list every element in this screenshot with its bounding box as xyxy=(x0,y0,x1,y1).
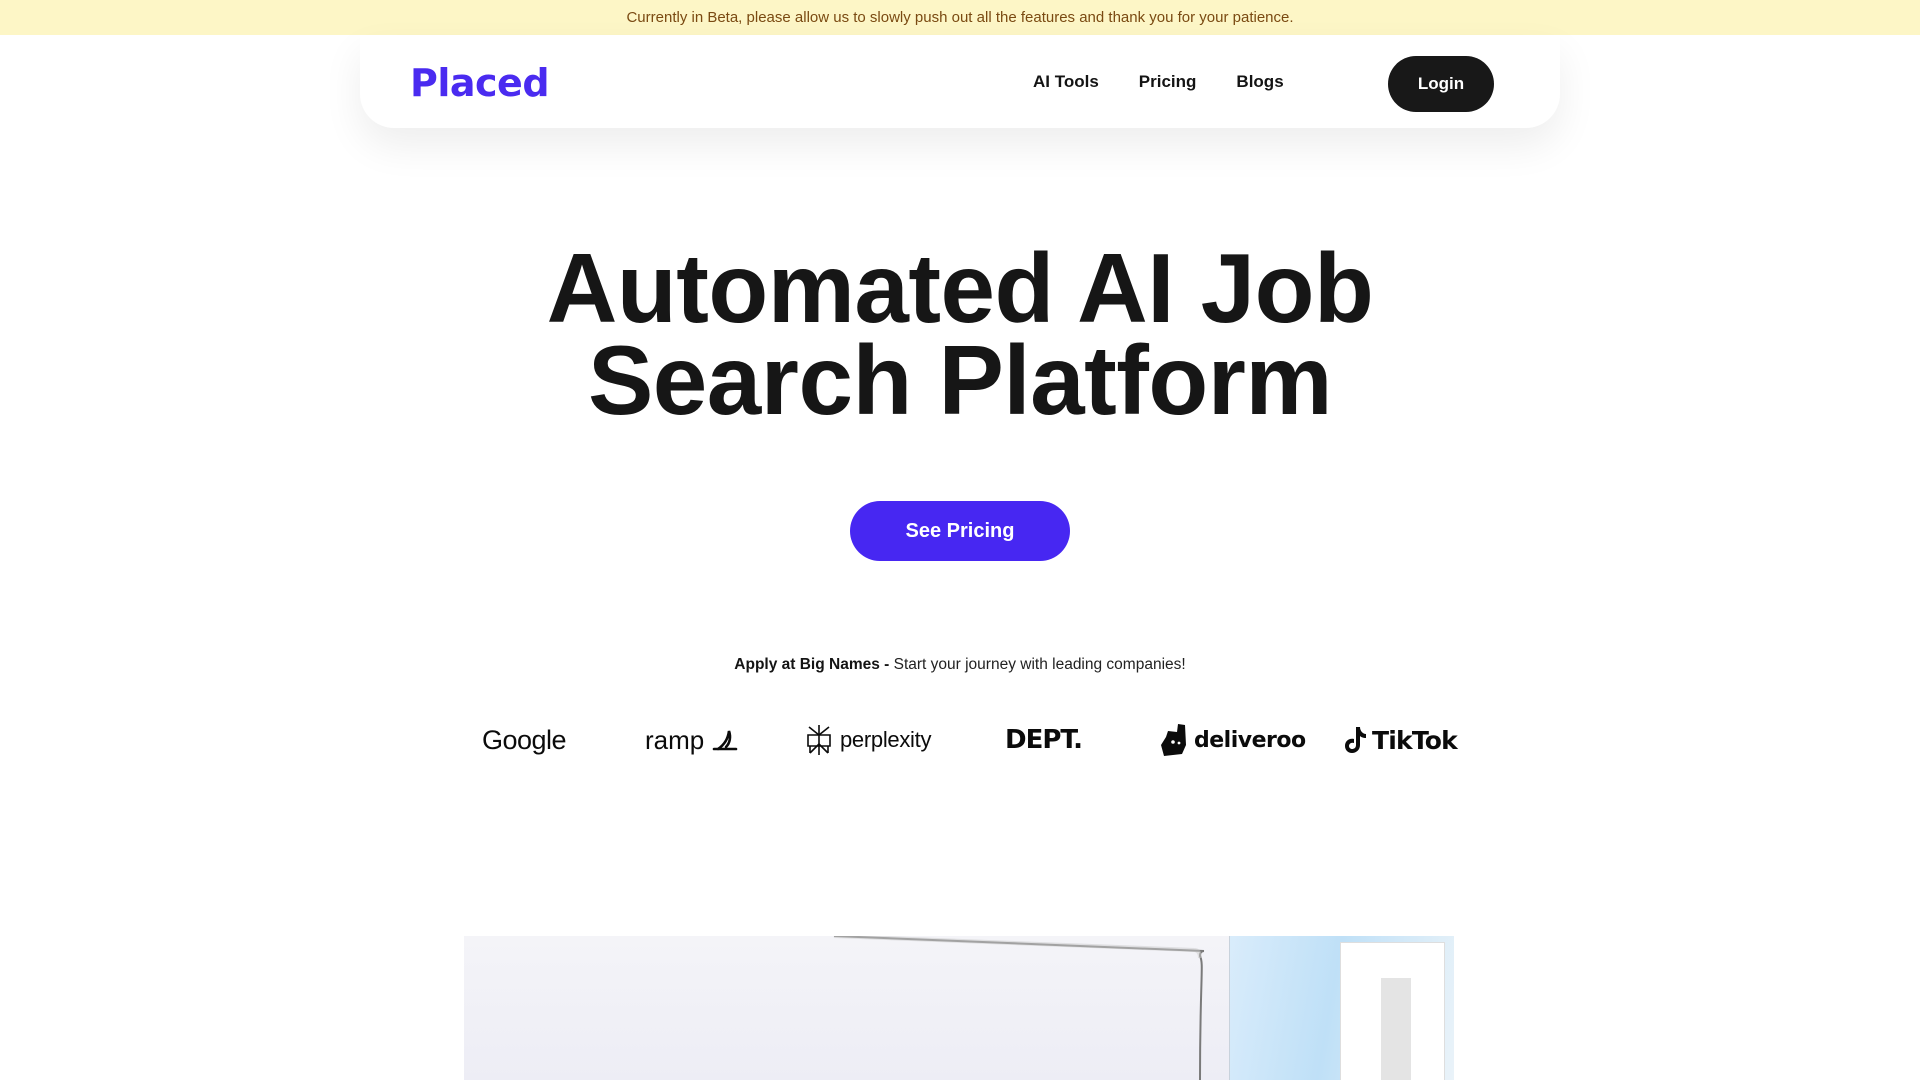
preview-side-panel xyxy=(1229,936,1454,1080)
nav-link-pricing[interactable]: Pricing xyxy=(1139,72,1197,92)
perplexity-logo-text: perplexity xyxy=(840,727,932,752)
ramp-logo: ramp xyxy=(645,716,738,764)
companies-intro-bold: Apply at Big Names - xyxy=(734,656,890,673)
see-pricing-button[interactable]: See Pricing xyxy=(850,501,1070,561)
navbar: Placed AI Tools Pricing Blogs Login xyxy=(360,35,1560,128)
placed-logo[interactable]: Placed xyxy=(410,61,550,105)
tiktok-note-icon xyxy=(1345,727,1366,753)
ramp-wing-icon xyxy=(712,730,738,751)
tiktok-logo-text: TikTok xyxy=(1372,725,1458,755)
nav-link-blogs[interactable]: Blogs xyxy=(1236,72,1283,92)
ramp-logo-text: ramp xyxy=(645,724,705,755)
company-logos: Google ramp perplexity DEPT. deliveroo T… xyxy=(0,716,1920,764)
hero-title-line-1: Automated AI Job xyxy=(546,233,1374,343)
nav-link-ai-tools[interactable]: AI Tools xyxy=(1033,72,1099,92)
deliveroo-kangaroo-icon xyxy=(1161,724,1186,756)
google-logo-text: Google xyxy=(482,724,567,755)
beta-banner: Currently in Beta, please allow us to sl… xyxy=(0,0,1920,35)
google-logo: Google xyxy=(482,716,567,764)
preview-bar xyxy=(1381,978,1411,1080)
companies-intro: Apply at Big Names - Start your journey … xyxy=(0,656,1920,674)
beta-banner-text: Currently in Beta, please allow us to sl… xyxy=(626,9,1294,26)
dept-logo: DEPT. xyxy=(1005,716,1083,764)
hero-title: Automated AI Job Search Platform xyxy=(0,233,1920,435)
logo-text: Placed xyxy=(410,61,550,105)
nav-links: AI Tools Pricing Blogs xyxy=(1033,35,1284,128)
deliveroo-logo-text: deliveroo xyxy=(1194,727,1306,753)
preview-inner-card xyxy=(1340,942,1445,1080)
product-preview xyxy=(464,936,1454,1080)
hero-title-line-2: Search Platform xyxy=(587,325,1333,435)
login-button[interactable]: Login xyxy=(1388,56,1494,112)
tiktok-logo: TikTok xyxy=(1342,716,1458,764)
companies-intro-text: Start your journey with leading companie… xyxy=(889,656,1186,673)
perplexity-logo: perplexity xyxy=(806,716,931,764)
perplexity-icon xyxy=(807,725,831,755)
deliveroo-logo: deliveroo xyxy=(1158,716,1306,764)
dept-logo-text: DEPT. xyxy=(1005,725,1083,755)
